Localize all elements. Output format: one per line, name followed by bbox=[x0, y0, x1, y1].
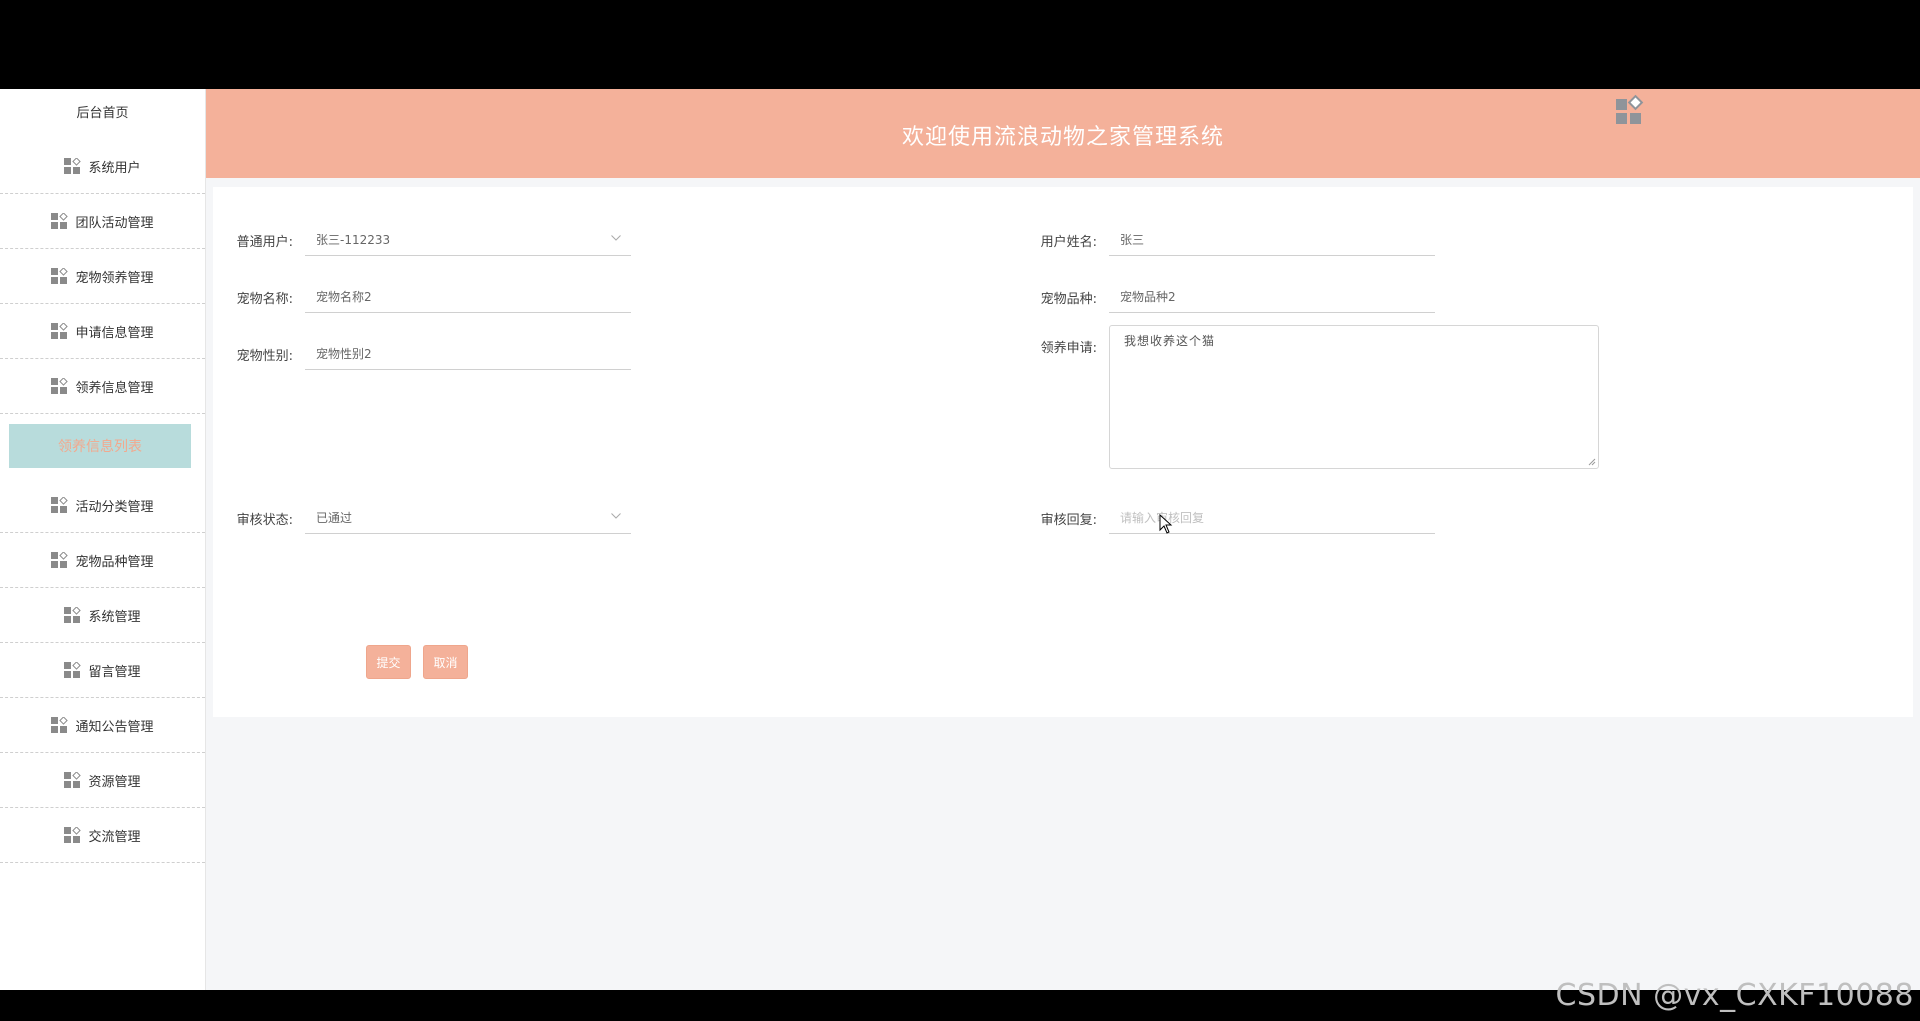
field-normal-user: 普通用户: 张三-112233 bbox=[213, 224, 631, 256]
sidebar-item-label: 宠物领养管理 bbox=[75, 270, 154, 286]
sidebar-home[interactable]: 后台首页 bbox=[0, 89, 205, 139]
field-adoption-application: 领养申请: 我想收养这个猫 bbox=[1017, 325, 1599, 469]
field-label: 宠物名称: bbox=[236, 291, 293, 307]
normal-user-select[interactable]: 张三-112233 bbox=[305, 224, 631, 256]
field-label: 宠物性别: bbox=[236, 348, 293, 364]
field-label: 领养申请: bbox=[1040, 341, 1097, 356]
sidebar-item-application-info[interactable]: 申请信息管理 bbox=[0, 304, 205, 359]
select-value: 已通过 bbox=[316, 511, 353, 525]
field-pet-name: 宠物名称: 宠物名称2 bbox=[213, 281, 631, 313]
sidebar-item-activity-category[interactable]: 活动分类管理 bbox=[0, 478, 205, 533]
sidebar-item-label: 系统用户 bbox=[88, 160, 141, 176]
grid-app-icon bbox=[51, 378, 69, 394]
mouse-cursor-icon bbox=[1159, 514, 1173, 534]
sidebar-item-adoption-info[interactable]: 领养信息管理 bbox=[0, 359, 205, 414]
field-label: 普通用户: bbox=[236, 234, 293, 250]
sidebar-item-label: 申请信息管理 bbox=[75, 325, 154, 341]
adoption-application-textarea[interactable]: 我想收养这个猫 bbox=[1109, 325, 1599, 469]
app-root: 后台首页 系统用户 团队活动管理 宠物领养管理 申请信息管理 领养信息管理 领养… bbox=[0, 89, 1920, 990]
sidebar-item-label: 留言管理 bbox=[88, 664, 141, 680]
chevron-down-icon bbox=[611, 235, 621, 241]
field-user-name: 用户姓名: 张三 bbox=[1017, 224, 1435, 256]
sidebar-item-label: 交流管理 bbox=[88, 829, 141, 845]
pet-gender-input[interactable]: 宠物性别2 bbox=[305, 338, 631, 370]
grid-app-icon bbox=[64, 827, 82, 843]
sidebar-item-team-activities[interactable]: 团队活动管理 bbox=[0, 194, 205, 249]
field-pet-breed: 宠物品种: 宠物品种2 bbox=[1017, 281, 1435, 313]
user-name-input[interactable]: 张三 bbox=[1109, 224, 1435, 256]
page-title: 欢迎使用流浪动物之家管理系统 bbox=[901, 125, 1224, 150]
sidebar-item-label: 系统管理 bbox=[88, 609, 141, 625]
sidebar-item-label: 通知公告管理 bbox=[75, 719, 154, 735]
grid-app-icon bbox=[64, 607, 82, 623]
field-review-reply: 审核回复: 请输入审核回复 bbox=[1017, 502, 1435, 534]
sidebar-item-label: 宠物品种管理 bbox=[75, 554, 154, 570]
field-pet-gender: 宠物性别: 宠物性别2 bbox=[213, 338, 631, 370]
grid-app-icon bbox=[51, 268, 69, 284]
sidebar-item-resources[interactable]: 资源管理 bbox=[0, 753, 205, 808]
grid-app-icon[interactable] bbox=[1613, 94, 1649, 130]
review-status-select[interactable]: 已通过 bbox=[305, 502, 631, 534]
sidebar-item-messages[interactable]: 留言管理 bbox=[0, 643, 205, 698]
sidebar-item-label: 领养信息管理 bbox=[75, 380, 154, 396]
grid-app-icon bbox=[64, 158, 82, 174]
sidebar-item-label: 资源管理 bbox=[88, 774, 141, 790]
grid-app-icon bbox=[64, 662, 82, 678]
sidebar-subitem-adoption-list[interactable]: 领养信息列表 bbox=[9, 424, 191, 468]
top-header: 欢迎使用流浪动物之家管理系统 bbox=[206, 89, 1920, 178]
grid-app-icon bbox=[51, 717, 69, 733]
sidebar-item-label: 活动分类管理 bbox=[75, 499, 154, 515]
sidebar-item-notices[interactable]: 通知公告管理 bbox=[0, 698, 205, 753]
field-label: 审核回复: bbox=[1040, 512, 1097, 528]
grid-app-icon bbox=[51, 552, 69, 568]
pet-breed-input[interactable]: 宠物品种2 bbox=[1109, 281, 1435, 313]
resize-grip-icon[interactable] bbox=[1588, 458, 1596, 466]
field-label: 宠物品种: bbox=[1040, 291, 1097, 307]
grid-app-icon bbox=[51, 323, 69, 339]
select-value: 张三-112233 bbox=[316, 233, 391, 247]
sidebar-item-system-users[interactable]: 系统用户 bbox=[0, 139, 205, 194]
sidebar-item-pet-adoption[interactable]: 宠物领养管理 bbox=[0, 249, 205, 304]
cancel-button[interactable]: 取消 bbox=[423, 645, 468, 679]
grid-app-icon bbox=[51, 213, 69, 229]
field-label: 审核状态: bbox=[236, 512, 293, 528]
sidebar-item-exchange[interactable]: 交流管理 bbox=[0, 808, 205, 863]
field-label: 用户姓名: bbox=[1040, 234, 1097, 250]
pet-name-input[interactable]: 宠物名称2 bbox=[305, 281, 631, 313]
textarea-value: 我想收养这个猫 bbox=[1124, 334, 1216, 348]
sidebar-item-system-management[interactable]: 系统管理 bbox=[0, 588, 205, 643]
grid-app-icon bbox=[64, 772, 82, 788]
watermark-text: CSDN @vx_CXKF10088 bbox=[1555, 978, 1914, 1013]
field-review-status: 审核状态: 已通过 bbox=[213, 502, 631, 534]
edit-form-card: 普通用户: 张三-112233 用户姓名: 张三 宠物名称: 宠物名称2 宠物品… bbox=[213, 187, 1913, 717]
review-reply-input[interactable]: 请输入审核回复 bbox=[1109, 502, 1435, 534]
submit-button[interactable]: 提交 bbox=[366, 645, 411, 679]
sidebar-item-pet-breed[interactable]: 宠物品种管理 bbox=[0, 533, 205, 588]
grid-app-icon bbox=[51, 497, 69, 513]
chevron-down-icon bbox=[611, 513, 621, 519]
sidebar-item-label: 团队活动管理 bbox=[75, 215, 154, 231]
sidebar: 后台首页 系统用户 团队活动管理 宠物领养管理 申请信息管理 领养信息管理 领养… bbox=[0, 89, 206, 990]
